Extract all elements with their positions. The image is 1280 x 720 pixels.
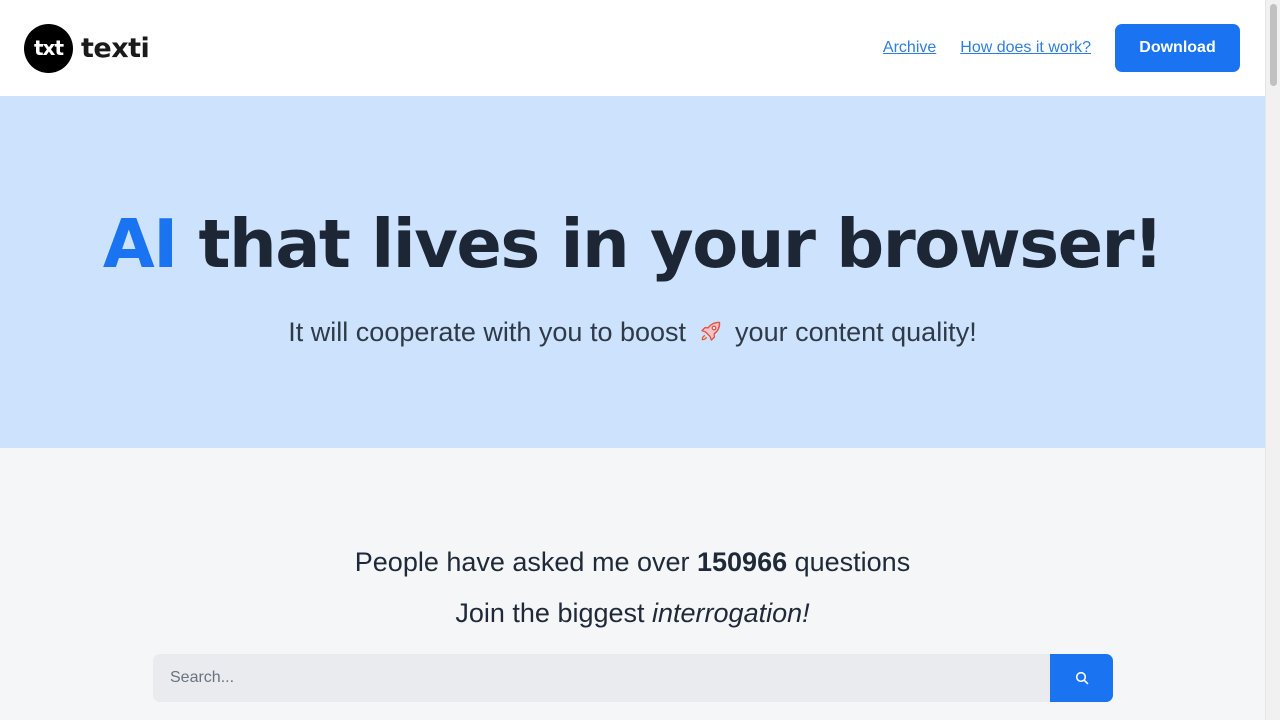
search-input[interactable] — [153, 654, 1050, 702]
join-line: Join the biggest interrogation! — [0, 595, 1265, 631]
search-icon — [1075, 671, 1088, 685]
brand-logo-link[interactable]: txt texti — [24, 23, 150, 73]
page: txt texti Archive How does it work? Down… — [0, 0, 1265, 720]
hero-subtitle: It will cooperate with you to boost your… — [0, 314, 1265, 350]
question-count-suffix: questions — [787, 547, 911, 577]
hero-subtitle-after: your content quality! — [735, 317, 977, 347]
rocket-icon — [700, 321, 720, 341]
scrollbar-thumb[interactable] — [1270, 4, 1277, 86]
search-button[interactable] — [1050, 654, 1113, 702]
join-line-emphasis: interrogation! — [652, 598, 810, 628]
question-count-line: People have asked me over 150966 questio… — [0, 544, 1265, 580]
logo-badge: txt — [24, 23, 73, 73]
brand-name: texti — [81, 32, 150, 64]
search-bar — [153, 654, 1113, 702]
hero-title-rest: that lives in your browser! — [176, 205, 1163, 283]
main-nav: Archive How does it work? Download — [883, 24, 1240, 72]
site-header: txt texti Archive How does it work? Down… — [0, 0, 1265, 96]
question-count: 150966 — [697, 547, 788, 577]
nav-link-archive[interactable]: Archive — [883, 39, 936, 57]
join-line-prefix: Join the biggest — [455, 598, 653, 628]
download-button[interactable]: Download — [1115, 24, 1240, 72]
stats-section: People have asked me over 150966 questio… — [0, 448, 1265, 720]
question-count-prefix: People have asked me over — [354, 547, 697, 577]
nav-link-how-it-works[interactable]: How does it work? — [960, 39, 1091, 57]
page-scrollbar[interactable] — [1265, 0, 1280, 720]
hero-title-accent: AI — [102, 205, 178, 283]
hero-subtitle-before: It will cooperate with you to boost — [288, 317, 687, 347]
hero-title: AI that lives in your browser! — [0, 204, 1265, 284]
hero-section: AI that lives in your browser! It will c… — [0, 96, 1265, 448]
